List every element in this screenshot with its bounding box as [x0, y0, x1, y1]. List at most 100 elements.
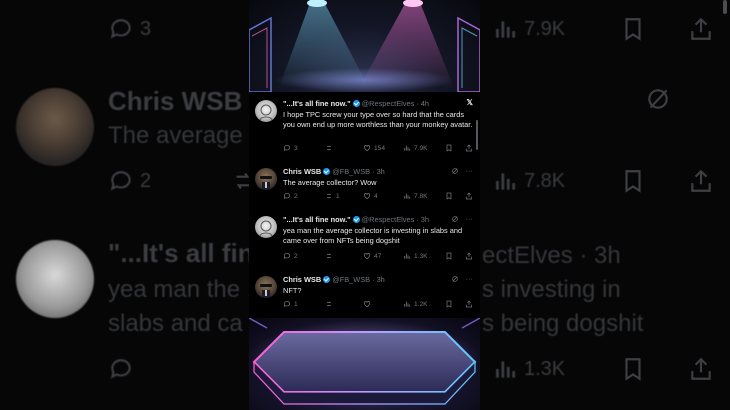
reply-button[interactable]: 2 [283, 192, 298, 200]
avatar[interactable] [255, 100, 277, 122]
grok-icon[interactable] [451, 275, 459, 283]
bookmark-button[interactable] [445, 144, 453, 152]
bg-views-icon-3 [496, 361, 516, 378]
bg-views-count-2: 7.8K [524, 169, 566, 192]
tweet-3[interactable]: "...It's all fine now." @RespectElves · … [249, 214, 480, 266]
views-button[interactable]: 7.9K [403, 144, 428, 152]
avatar[interactable] [255, 216, 277, 238]
views-count: 7.9K [414, 144, 428, 152]
more-options-icon[interactable]: ··· [466, 214, 473, 223]
views-count: 1.3K [414, 252, 428, 260]
bg-line2-right: s being dogshit [482, 310, 644, 337]
bookmark-button[interactable] [445, 252, 453, 260]
reply-count: 2 [294, 192, 298, 200]
more-options-icon[interactable]: ··· [466, 274, 473, 283]
avatar[interactable] [255, 276, 277, 298]
stage-lights-top-graphic [249, 0, 480, 92]
tweet-header-actions: ··· [451, 274, 473, 283]
bookmark-button[interactable] [445, 300, 453, 308]
bg-line2-left: slabs and ca [108, 310, 243, 337]
timestamp[interactable]: 3h [377, 275, 385, 284]
like-button[interactable]: 47 [363, 252, 381, 260]
tweet-header-actions: ··· [451, 166, 473, 175]
action-bar: 2 47 1.3K [283, 252, 475, 262]
more-options-icon[interactable]: ··· [466, 166, 473, 175]
bg-reply-icon-2 [110, 171, 131, 191]
tweet-2[interactable]: Chris WSB @FB_WSB · 3h ··· The average c… [249, 166, 480, 206]
bg-avatar-elves [16, 240, 94, 318]
share-icon [465, 300, 473, 308]
reply-button[interactable]: 3 [283, 144, 298, 152]
like-count: 154 [374, 144, 386, 152]
display-name[interactable]: "...It's all fine now." [283, 99, 351, 108]
monkey-avatar-icon [260, 284, 272, 298]
separator-dot: · [416, 99, 419, 108]
tweet-1[interactable]: "...It's all fine now." @RespectElves · … [249, 98, 480, 156]
grok-icon[interactable] [451, 215, 459, 223]
handle[interactable]: @RespectElves [362, 99, 415, 108]
bg-grok-icon [648, 89, 668, 109]
stage-platform-graphic [249, 318, 480, 405]
views-button[interactable]: 1.2K [403, 300, 428, 308]
repost-button[interactable] [325, 144, 336, 152]
tweet-thread: "...It's all fine now." @RespectElves · … [249, 92, 480, 318]
share-icon [465, 252, 473, 260]
grok-icon[interactable] [451, 167, 459, 175]
timestamp[interactable]: 4h [421, 99, 429, 108]
handle[interactable]: @FB_WSB [332, 167, 370, 176]
repost-icon [326, 193, 332, 199]
verified-badge-icon [323, 168, 331, 175]
bg-share-icon-3 [691, 357, 711, 380]
handle[interactable]: @RespectElves [362, 215, 415, 224]
timestamp[interactable]: 3h [421, 215, 429, 224]
like-button[interactable]: 154 [363, 144, 385, 152]
share-button[interactable] [465, 300, 473, 308]
handle[interactable]: @FB_WSB [332, 275, 370, 284]
bg-bookmark-icon-2 [625, 170, 641, 193]
share-icon [465, 144, 473, 152]
views-icon [404, 145, 411, 151]
bg-views-icon [496, 21, 516, 38]
share-button[interactable] [465, 192, 473, 200]
tweet-text: NFT? [283, 286, 302, 295]
views-button[interactable]: 7.8K [403, 192, 428, 200]
display-name[interactable]: "...It's all fine now." [283, 215, 351, 224]
share-button[interactable] [465, 144, 473, 152]
bookmark-button[interactable] [445, 192, 453, 200]
repost-button[interactable] [325, 300, 333, 308]
repost-button[interactable]: 1 [325, 192, 340, 200]
repost-icon [326, 145, 332, 151]
reply-button[interactable]: 1 [283, 300, 298, 308]
stage-lights-top-image [249, 0, 480, 92]
tweet-header-actions: ··· [451, 214, 473, 223]
scrollbar[interactable] [476, 120, 478, 150]
like-button[interactable] [363, 300, 371, 308]
views-icon [404, 301, 411, 307]
bg-handle-elves: ectElves · 3h [482, 242, 621, 269]
bg-name-elves: "...It's all fine [108, 238, 269, 268]
separator-dot: · [372, 167, 375, 176]
bg-views-stat: 7.9K [492, 16, 565, 42]
tweet-4[interactable]: Chris WSB @FB_WSB · 3h ··· NFT? 1 1.2K [249, 274, 480, 314]
share-button[interactable] [465, 252, 473, 260]
views-button[interactable]: 1.3K [403, 252, 428, 260]
views-icon [404, 253, 411, 259]
tweet-text: The average collector? Wow [283, 178, 377, 187]
like-button[interactable]: 4 [363, 192, 378, 200]
repost-button[interactable] [325, 252, 336, 260]
display-name[interactable]: Chris WSB [283, 275, 321, 284]
reply-count: 2 [294, 252, 298, 260]
repost-icon [326, 301, 332, 307]
heart-icon [363, 145, 371, 152]
display-name[interactable]: Chris WSB [283, 167, 321, 176]
reply-button[interactable]: 2 [283, 252, 298, 260]
avatar[interactable] [255, 168, 277, 190]
bg-share-icon-2 [691, 169, 711, 192]
separator-dot: · [372, 275, 375, 284]
x-logo-icon[interactable]: 𝕏 [467, 98, 473, 107]
views-count: 7.8K [414, 192, 428, 200]
timestamp[interactable]: 3h [377, 167, 385, 176]
views-count: 1.2K [414, 300, 428, 308]
stage-platform-bottom-image [249, 318, 480, 410]
verified-badge-icon [352, 216, 360, 223]
